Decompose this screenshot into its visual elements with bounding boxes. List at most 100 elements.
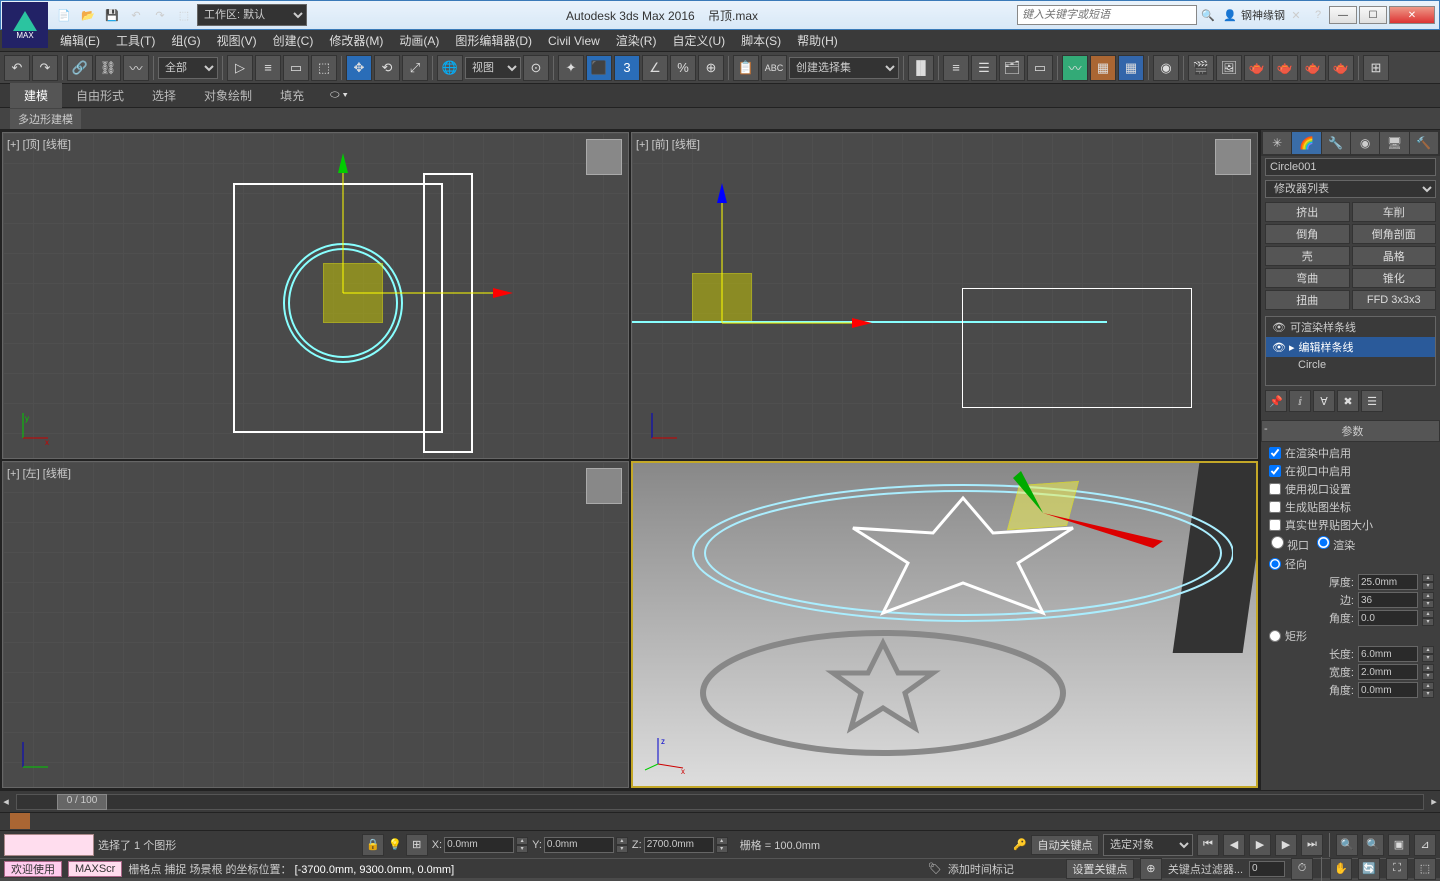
radio-render[interactable]: 渲染: [1317, 536, 1355, 553]
motion-tab-icon[interactable]: ◉: [1351, 132, 1379, 154]
enable-render-check[interactable]: 在渲染中启用: [1261, 444, 1440, 462]
link-button[interactable]: 🔗: [67, 55, 93, 81]
snap-toggle[interactable]: ⬛: [586, 55, 612, 81]
unique-icon[interactable]: ∀: [1313, 390, 1335, 412]
bend-button[interactable]: 弯曲: [1265, 268, 1350, 288]
add-time-tag[interactable]: 添加时间标记: [948, 861, 1014, 877]
fov-icon[interactable]: ⊿: [1414, 834, 1436, 856]
coord-mode-icon[interactable]: ⊞: [406, 834, 428, 856]
a360-button[interactable]: ⊞: [1363, 55, 1389, 81]
viewcube-icon[interactable]: [586, 468, 622, 504]
shell-button[interactable]: 壳: [1265, 246, 1350, 266]
goto-start-icon[interactable]: ⏮: [1197, 834, 1219, 856]
vp-left-label[interactable]: [+] [左] [线框]: [7, 465, 71, 481]
next-frame-icon[interactable]: ▶: [1275, 834, 1297, 856]
pivot-button[interactable]: ⊙: [523, 55, 549, 81]
unlink-button[interactable]: ⛓: [95, 55, 121, 81]
menu-modifier[interactable]: 修改器(M): [321, 32, 391, 49]
rotate-button[interactable]: ⟲: [374, 55, 400, 81]
curve-editor-button[interactable]: 〰: [1062, 55, 1088, 81]
dope-sheet-button[interactable]: ▦: [1090, 55, 1116, 81]
time-thumb[interactable]: 0 / 100: [57, 794, 107, 810]
zoom-icon[interactable]: 🔍: [1336, 834, 1358, 856]
z-field[interactable]: 2700.0mm: [644, 837, 714, 853]
ribbon-toggle[interactable]: ▭: [1027, 55, 1053, 81]
align-button[interactable]: ≡: [943, 55, 969, 81]
lattice-button[interactable]: 晶格: [1352, 246, 1437, 266]
vp-front-label[interactable]: [+] [前] [线框]: [636, 136, 700, 152]
menu-view[interactable]: 视图(V): [209, 32, 265, 49]
maximize-button[interactable]: ☐: [1359, 6, 1387, 24]
menu-custom[interactable]: 自定义(U): [664, 32, 733, 49]
minimize-button[interactable]: —: [1329, 6, 1357, 24]
scale-button[interactable]: ⤢: [402, 55, 428, 81]
schematic-button[interactable]: ▦: [1118, 55, 1144, 81]
use-vp-settings-check[interactable]: 使用视口设置: [1261, 480, 1440, 498]
frame-field[interactable]: 0: [1249, 861, 1285, 877]
ribbon-collapse-icon[interactable]: ⬭ ▾: [330, 89, 348, 102]
extrude-button[interactable]: 挤出: [1265, 202, 1350, 222]
object-name-field[interactable]: [1265, 158, 1436, 176]
remove-mod-icon[interactable]: ✖: [1337, 390, 1359, 412]
teapot3-icon[interactable]: 🫖: [1300, 55, 1326, 81]
viewport-top[interactable]: [+] [顶] [线框] yx: [2, 132, 629, 459]
slider-left-icon[interactable]: ◂: [0, 795, 12, 808]
welcome-box[interactable]: 欢迎使用: [4, 861, 62, 877]
max-vp-icon[interactable]: ⛶: [1386, 858, 1408, 880]
teapot1-icon[interactable]: 🫖: [1244, 55, 1270, 81]
radio-rect[interactable]: 矩形: [1261, 627, 1440, 645]
zoom-ext-icon[interactable]: ▣: [1388, 834, 1410, 856]
new-icon[interactable]: 📄: [53, 4, 75, 26]
close-button[interactable]: ✕: [1389, 6, 1435, 24]
snap3-button[interactable]: 3: [614, 55, 640, 81]
bevel-profile-button[interactable]: 倒角剖面: [1352, 224, 1437, 244]
link-icon[interactable]: ⬚: [173, 4, 195, 26]
enable-viewport-check[interactable]: 在视口中启用: [1261, 462, 1440, 480]
tab-select[interactable]: 选择: [138, 83, 190, 108]
named-sel-combo[interactable]: 创建选择集: [789, 57, 899, 79]
layers-button[interactable]: ☰: [971, 55, 997, 81]
named-sel-icon[interactable]: 📋: [733, 55, 759, 81]
zoom-all-icon[interactable]: 🔍: [1362, 834, 1384, 856]
config-icon[interactable]: ☰: [1361, 390, 1383, 412]
viewport-perspective[interactable]: zx: [631, 461, 1258, 788]
lathe-button[interactable]: 车削: [1352, 202, 1437, 222]
tab-populate[interactable]: 填充: [266, 83, 318, 108]
lock-icon[interactable]: 🔒: [362, 834, 384, 856]
select-region-button[interactable]: ▭: [283, 55, 309, 81]
save-icon[interactable]: 💾: [101, 4, 123, 26]
orbit-icon[interactable]: 🔄: [1358, 858, 1380, 880]
real-world-check[interactable]: 真实世界贴图大小: [1261, 516, 1440, 534]
ref-coord-icon[interactable]: 🌐: [437, 55, 463, 81]
search-input[interactable]: [1017, 5, 1197, 25]
display-tab-icon[interactable]: 🖥: [1380, 132, 1408, 154]
window-cross-button[interactable]: ⬚: [311, 55, 337, 81]
render-frame-button[interactable]: 🖼: [1216, 55, 1242, 81]
radio-radial[interactable]: 径向: [1261, 555, 1440, 573]
pin-stack-icon[interactable]: 📌: [1265, 390, 1287, 412]
tab-freeform[interactable]: 自由形式: [62, 83, 138, 108]
ffd-button[interactable]: FFD 3x3x3: [1352, 290, 1437, 310]
taper-button[interactable]: 锥化: [1352, 268, 1437, 288]
layer-mgr-button[interactable]: 🗂: [999, 55, 1025, 81]
render-setup-button[interactable]: 🎬: [1188, 55, 1214, 81]
time-config-icon[interactable]: ⏱: [1291, 858, 1313, 880]
isolate-icon[interactable]: 💡: [388, 838, 402, 851]
workspace-combo[interactable]: 工作区: 默认: [197, 4, 307, 26]
slider-right-icon[interactable]: ▸: [1428, 795, 1440, 808]
mirror-button[interactable]: ▐▌: [908, 55, 934, 81]
poly-model-label[interactable]: 多边形建模: [10, 109, 81, 129]
rollout-params[interactable]: -参数: [1261, 420, 1440, 442]
minilistener[interactable]: [4, 834, 94, 856]
undo-button[interactable]: ↶: [4, 55, 30, 81]
play-icon[interactable]: ▶: [1249, 834, 1271, 856]
modifier-stack[interactable]: 👁可渲染样条线 👁 ▸编辑样条线 Circle: [1265, 316, 1436, 386]
tag-icon[interactable]: 🏷: [928, 862, 942, 875]
user-name[interactable]: 钢神缘钢: [1241, 7, 1285, 23]
viewport-front[interactable]: [+] [前] [线框]: [631, 132, 1258, 459]
sides-spinner[interactable]: 36: [1358, 592, 1418, 608]
move-button[interactable]: ✥: [346, 55, 372, 81]
menu-render[interactable]: 渲染(R): [608, 32, 665, 49]
angle-snap-button[interactable]: ∠: [642, 55, 668, 81]
percent-snap-button[interactable]: %: [670, 55, 696, 81]
